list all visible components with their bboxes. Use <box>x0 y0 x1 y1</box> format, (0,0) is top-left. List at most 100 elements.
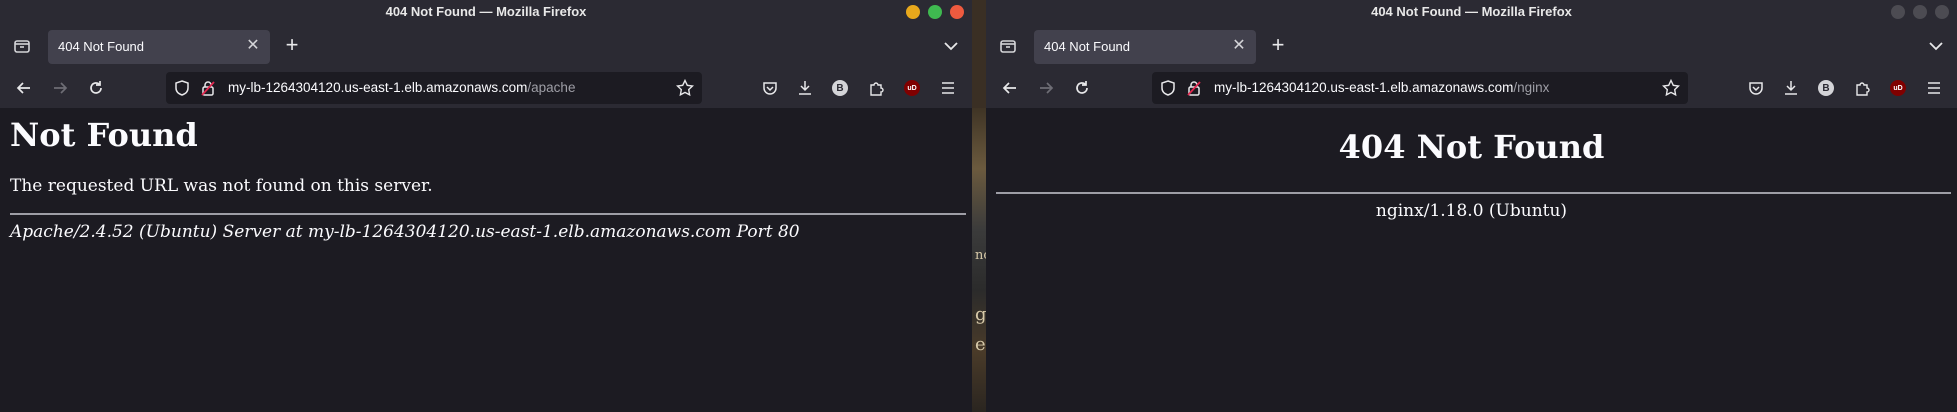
shield-icon <box>175 80 189 96</box>
url-host: my-lb-1264304120.us-east-1.elb.amazonaws… <box>228 80 528 95</box>
tracking-protection-icon[interactable] <box>174 80 190 101</box>
bookmark-button[interactable] <box>1661 78 1681 102</box>
window-titlebar[interactable]: 404 Not Found — Mozilla Firefox <box>0 0 972 24</box>
account-button[interactable]: B <box>1816 78 1836 98</box>
divider <box>996 192 1951 194</box>
account-avatar: B <box>832 80 848 96</box>
firefox-view-button[interactable] <box>12 36 32 56</box>
list-all-tabs-button[interactable] <box>944 38 958 56</box>
firefox-window-nginx: 404 Not Found — Mozilla Firefox 404 Not … <box>986 0 1957 412</box>
url-bar[interactable]: my-lb-1264304120.us-east-1.elb.amazonaws… <box>1152 72 1688 104</box>
back-arrow-icon <box>1002 82 1016 94</box>
window-titlebar[interactable]: 404 Not Found — Mozilla Firefox <box>986 0 1957 24</box>
extensions-button[interactable] <box>866 78 886 98</box>
window-controls <box>906 5 964 19</box>
shield-icon <box>1161 80 1175 96</box>
pocket-icon <box>763 82 777 95</box>
pocket-button[interactable] <box>760 78 780 98</box>
maximize-button[interactable] <box>1913 5 1927 19</box>
hamburger-menu-icon <box>942 82 954 94</box>
forward-arrow-icon <box>54 82 68 94</box>
pocket-icon <box>1749 82 1763 95</box>
new-tab-button[interactable]: + <box>1268 34 1288 56</box>
firefox-view-icon <box>14 40 30 53</box>
tab-strip: 404 Not Found ✕ + <box>0 24 972 68</box>
forward-button[interactable] <box>1036 78 1056 98</box>
app-menu-button[interactable] <box>938 78 958 98</box>
tab-title: 404 Not Found <box>58 39 145 54</box>
back-button[interactable] <box>14 78 34 98</box>
error-message: The requested URL was not found on this … <box>10 176 433 196</box>
downloads-button[interactable] <box>795 78 815 98</box>
window-title: 404 Not Found — Mozilla Firefox <box>1371 4 1572 19</box>
reload-button[interactable] <box>86 78 106 98</box>
url-bar[interactable]: my-lb-1264304120.us-east-1.elb.amazonaws… <box>166 72 702 104</box>
server-address: Apache/2.4.52 (Ubuntu) Server at my-lb-1… <box>10 222 800 242</box>
reload-icon <box>1076 81 1088 94</box>
page-content: Not Found The requested URL was not foun… <box>0 108 972 412</box>
list-all-tabs-button[interactable] <box>1929 38 1943 56</box>
desktop-background-strip: nc g e <box>972 108 986 412</box>
firefox-view-icon <box>1000 40 1016 53</box>
firefox-window-apache: 404 Not Found — Mozilla Firefox 404 Not … <box>0 0 972 412</box>
account-avatar: B <box>1818 80 1834 96</box>
star-icon <box>1661 78 1681 97</box>
window-title: 404 Not Found — Mozilla Firefox <box>385 4 587 19</box>
background-text-fragment: e <box>975 334 986 355</box>
app-menu-button[interactable] <box>1924 78 1944 98</box>
download-icon <box>799 81 811 95</box>
pocket-button[interactable] <box>1746 78 1766 98</box>
close-window-button[interactable] <box>950 5 964 19</box>
tab-active[interactable]: 404 Not Found ✕ <box>48 30 270 64</box>
tracking-protection-icon[interactable] <box>1160 80 1176 101</box>
puzzle-icon <box>1856 82 1870 96</box>
background-text-fragment: nc <box>975 248 986 263</box>
navigation-toolbar: my-lb-1264304120.us-east-1.elb.amazonaws… <box>0 68 972 109</box>
new-tab-button[interactable]: + <box>282 34 302 56</box>
divider <box>10 213 966 215</box>
insecure-lock-icon[interactable] <box>200 80 216 101</box>
insecure-lock-icon[interactable] <box>1186 80 1202 101</box>
download-icon <box>1785 81 1797 95</box>
navigation-toolbar: my-lb-1264304120.us-east-1.elb.amazonaws… <box>986 68 1957 109</box>
minimize-button[interactable] <box>906 5 920 19</box>
hamburger-menu-icon <box>1928 82 1940 94</box>
url-path: /nginx <box>1513 80 1550 95</box>
page-heading: 404 Not Found <box>1338 128 1605 166</box>
url-host: my-lb-1264304120.us-east-1.elb.amazonaws… <box>1214 80 1514 95</box>
chevron-down-icon <box>944 42 958 51</box>
close-window-button[interactable] <box>1935 5 1949 19</box>
bookmark-button[interactable] <box>675 78 695 102</box>
url-text: my-lb-1264304120.us-east-1.elb.amazonaws… <box>1214 80 1549 95</box>
firefox-view-button[interactable] <box>998 36 1018 56</box>
lock-insecure-icon <box>1187 81 1201 96</box>
reload-button[interactable] <box>1072 78 1092 98</box>
tab-close-button[interactable]: ✕ <box>1230 37 1248 55</box>
minimize-button[interactable] <box>1891 5 1905 19</box>
ublock-icon: uD <box>1890 80 1906 96</box>
account-button[interactable]: B <box>830 78 850 98</box>
server-version: nginx/1.18.0 (Ubuntu) <box>1375 201 1568 221</box>
url-path: /apache <box>527 80 576 95</box>
url-text: my-lb-1264304120.us-east-1.elb.amazonaws… <box>228 80 575 95</box>
page-content: 404 Not Found nginx/1.18.0 (Ubuntu) <box>986 108 1957 412</box>
downloads-button[interactable] <box>1781 78 1801 98</box>
ublock-origin-button[interactable]: uD <box>1888 78 1908 98</box>
window-controls <box>1891 5 1949 19</box>
star-icon <box>675 78 695 97</box>
forward-button[interactable] <box>50 78 70 98</box>
forward-arrow-icon <box>1040 82 1054 94</box>
tab-close-button[interactable]: ✕ <box>244 37 262 55</box>
reload-icon <box>90 81 102 94</box>
ublock-origin-button[interactable]: uD <box>902 78 922 98</box>
back-button[interactable] <box>1000 78 1020 98</box>
puzzle-icon <box>870 82 884 96</box>
maximize-button[interactable] <box>928 5 942 19</box>
chevron-down-icon <box>1929 42 1943 51</box>
back-arrow-icon <box>16 82 30 94</box>
tab-title: 404 Not Found <box>1044 39 1131 54</box>
extensions-button[interactable] <box>1852 78 1872 98</box>
tab-strip: 404 Not Found ✕ + <box>986 24 1957 68</box>
page-heading: Not Found <box>10 116 198 154</box>
tab-active[interactable]: 404 Not Found ✕ <box>1034 30 1256 64</box>
